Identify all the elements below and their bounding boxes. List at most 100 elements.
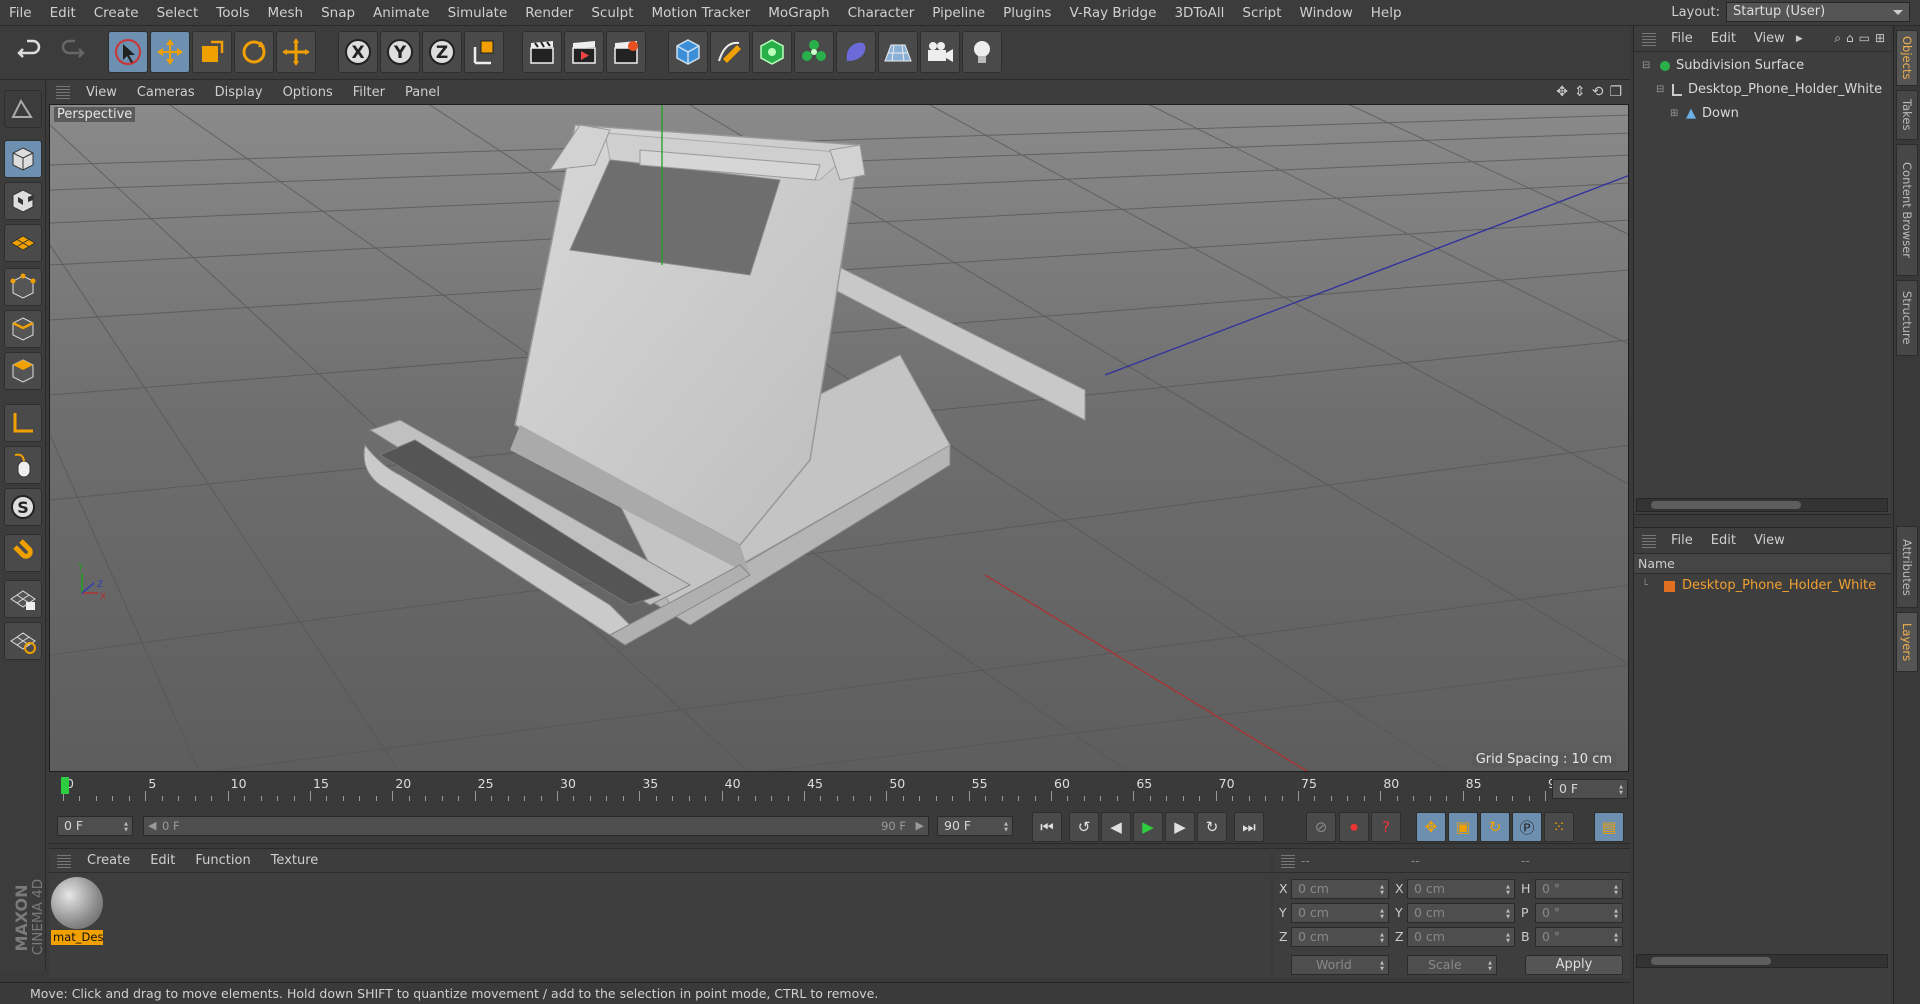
render-to-picture-viewer-button[interactable]: [564, 31, 604, 73]
menu-animate[interactable]: Animate: [364, 5, 439, 21]
objects-panel-grip-icon[interactable]: [1642, 31, 1656, 46]
menu-motion-tracker[interactable]: Motion Tracker: [643, 5, 760, 21]
menu-tools[interactable]: Tools: [207, 5, 258, 21]
tab-structure[interactable]: Structure: [1896, 280, 1918, 356]
viewport-menu-filter[interactable]: Filter: [343, 85, 395, 100]
play-button[interactable]: ▶: [1133, 812, 1163, 842]
layers-horizontal-scrollbar[interactable]: [1636, 954, 1888, 968]
position-field[interactable]: 0 cm: [1291, 903, 1389, 923]
menu-create[interactable]: Create: [85, 5, 148, 21]
minimize-icon[interactable]: ▭: [1859, 31, 1870, 46]
key-parameter-button[interactable]: Ⓟ: [1512, 812, 1542, 842]
start-frame-field[interactable]: 0 F: [57, 816, 133, 836]
redo-button[interactable]: [52, 31, 92, 73]
menu-plugins[interactable]: Plugins: [994, 5, 1060, 21]
objects-menu-view[interactable]: View: [1745, 31, 1794, 46]
maximize-view-icon[interactable]: ❐: [1609, 84, 1622, 100]
coordinate-system-button[interactable]: [464, 31, 504, 73]
key-position-button[interactable]: ✥: [1416, 812, 1446, 842]
menu-help[interactable]: Help: [1362, 5, 1411, 21]
viewport-menu-view[interactable]: View: [76, 85, 127, 100]
edges-mode-button[interactable]: [4, 310, 42, 348]
orbit-view-icon[interactable]: ⟲: [1592, 84, 1604, 100]
tab-takes[interactable]: Takes: [1896, 90, 1918, 140]
material-panel-grip-icon[interactable]: [57, 853, 71, 868]
texture-mode-button[interactable]: [4, 182, 42, 220]
menu-file[interactable]: File: [0, 5, 41, 21]
tweak-mode-button[interactable]: [4, 446, 42, 484]
menu-mesh[interactable]: Mesh: [259, 5, 313, 21]
add-mograph-button[interactable]: [794, 31, 834, 73]
menu-edit[interactable]: Edit: [41, 5, 85, 21]
polygons-mode-button[interactable]: [4, 352, 42, 390]
menu-mograph[interactable]: MoGraph: [759, 5, 838, 21]
undo-button[interactable]: [10, 31, 50, 73]
scale-tool-button[interactable]: [192, 31, 232, 73]
locked-workplane-button[interactable]: [4, 580, 42, 618]
render-settings-button[interactable]: [606, 31, 646, 73]
rotation-field[interactable]: 0 °: [1535, 903, 1623, 923]
panel-grip-icon[interactable]: [56, 85, 70, 99]
timeline-ruler[interactable]: 051015202530354045505560657075808590 0 F: [49, 775, 1630, 805]
rotation-field[interactable]: 0 °: [1535, 879, 1623, 899]
layers-menu-file[interactable]: File: [1662, 533, 1702, 548]
x-axis-lock-button[interactable]: X: [338, 31, 378, 73]
workplane-mode-button[interactable]: [4, 224, 42, 262]
rotate-tool-button[interactable]: [234, 31, 274, 73]
rotation-field[interactable]: 0 °: [1535, 927, 1623, 947]
size-field[interactable]: 0 cm: [1407, 879, 1515, 899]
tab-content-browser[interactable]: Content Browser: [1896, 144, 1918, 276]
tab-attributes[interactable]: Attributes: [1896, 526, 1918, 608]
dolly-view-icon[interactable]: ⇕: [1574, 84, 1586, 100]
viewport-menu-cameras[interactable]: Cameras: [127, 85, 205, 100]
add-deformer-button[interactable]: [836, 31, 876, 73]
add-spline-button[interactable]: [710, 31, 750, 73]
objects-menu-file[interactable]: File: [1662, 31, 1702, 46]
key-pla-button[interactable]: ⁙: [1544, 812, 1574, 842]
material-menu-function[interactable]: Function: [185, 853, 260, 868]
render-view-button[interactable]: [522, 31, 562, 73]
menu-character[interactable]: Character: [839, 5, 924, 21]
coordinate-system-dropdown[interactable]: World: [1291, 955, 1389, 975]
apply-button[interactable]: Apply: [1525, 955, 1623, 975]
add-light-button[interactable]: [962, 31, 1002, 73]
autokeying-button[interactable]: ⏺: [1339, 812, 1369, 842]
add-cube-button[interactable]: [668, 31, 708, 73]
go-to-start-button[interactable]: ⏮: [1032, 812, 1062, 842]
menu-vray-bridge[interactable]: V-Ray Bridge: [1060, 5, 1165, 21]
next-key-button[interactable]: ↻: [1197, 812, 1227, 842]
objects-menu-edit[interactable]: Edit: [1702, 31, 1745, 46]
object-row-subdivision-surface[interactable]: ⊟ Subdivision Surface: [1634, 54, 1890, 78]
size-field[interactable]: 0 cm: [1407, 903, 1515, 923]
menu-pipeline[interactable]: Pipeline: [923, 5, 994, 21]
collapse-icon[interactable]: ⊟: [1656, 78, 1670, 102]
size-mode-dropdown[interactable]: Scale: [1407, 955, 1497, 975]
previous-key-button[interactable]: ↺: [1069, 812, 1099, 842]
menu-script[interactable]: Script: [1233, 5, 1290, 21]
collapse-icon[interactable]: ⊟: [1642, 54, 1656, 78]
add-camera-button[interactable]: [920, 31, 960, 73]
current-frame-field[interactable]: 0 F: [1552, 779, 1628, 799]
tab-objects[interactable]: Objects: [1896, 30, 1918, 86]
size-field[interactable]: 0 cm: [1407, 927, 1515, 947]
material-menu-texture[interactable]: Texture: [261, 853, 329, 868]
go-to-end-button[interactable]: ⏭: [1234, 812, 1264, 842]
timeline-playhead[interactable]: [61, 777, 69, 794]
key-rotation-button[interactable]: ↻: [1480, 812, 1510, 842]
perspective-viewport[interactable]: Y Z X Perspective Grid Spacing : 10 cm: [49, 104, 1629, 772]
menu-simulate[interactable]: Simulate: [439, 5, 517, 21]
menu-select[interactable]: Select: [148, 5, 208, 21]
y-axis-lock-button[interactable]: Y: [380, 31, 420, 73]
frame-range-slider[interactable]: ◀ 0 F 90 F ▶: [143, 816, 929, 836]
layers-column-header[interactable]: Name: [1634, 554, 1891, 574]
next-frame-button[interactable]: ▶: [1165, 812, 1195, 842]
menu-window[interactable]: Window: [1291, 5, 1362, 21]
viewport-menu-options[interactable]: Options: [273, 85, 343, 100]
magnet-button[interactable]: [4, 534, 42, 572]
move-tool-button[interactable]: [150, 31, 190, 73]
object-row-phone-holder[interactable]: ⊟ Desktop_Phone_Holder_White: [1634, 78, 1890, 102]
live-selection-button[interactable]: [108, 31, 148, 73]
material-menu-create[interactable]: Create: [77, 853, 140, 868]
objects-horizontal-scrollbar[interactable]: [1636, 498, 1888, 512]
layer-row[interactable]: └ Desktop_Phone_Holder_White: [1634, 576, 1890, 596]
